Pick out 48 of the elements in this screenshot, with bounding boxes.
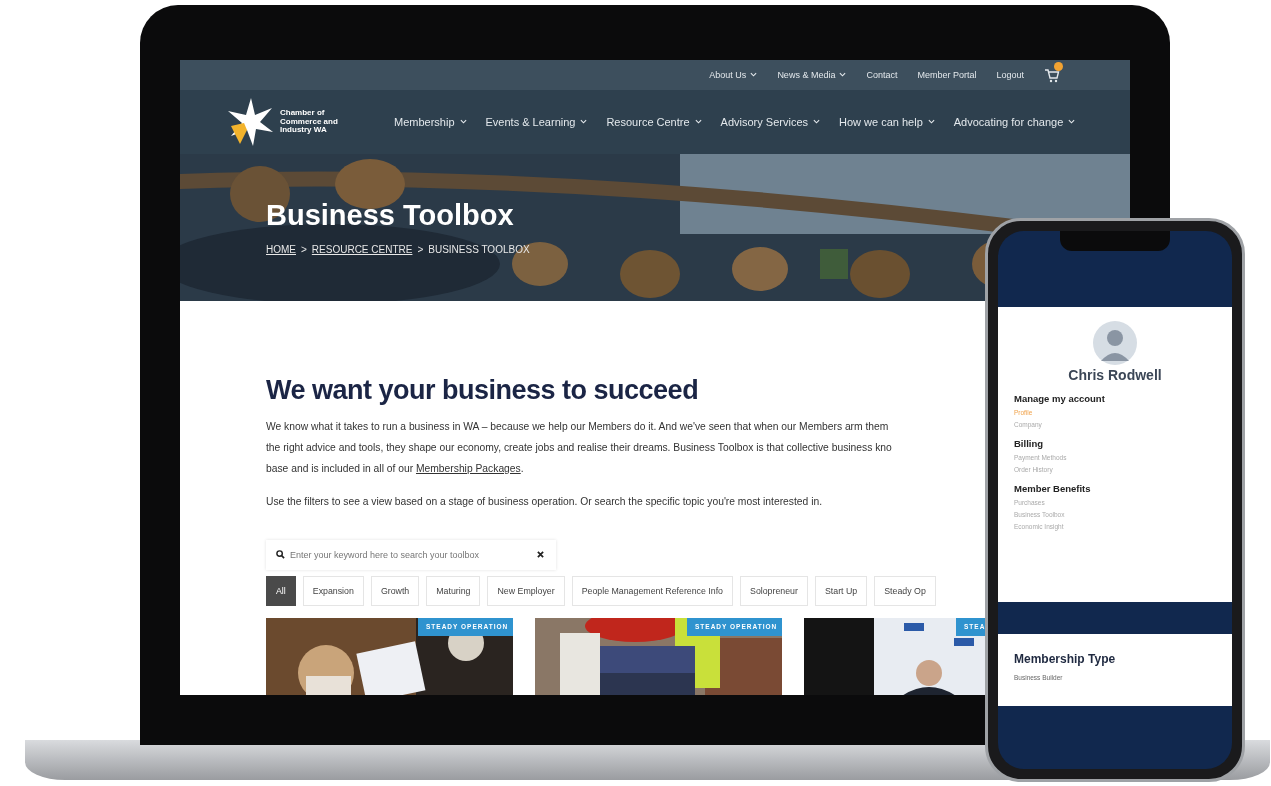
filter-tab[interactable]: Start Up	[814, 575, 868, 606]
avatar-icon	[1093, 321, 1137, 365]
nav-link[interactable]: Advocating for change	[953, 115, 1076, 128]
nav-link[interactable]: Advisory Services	[720, 115, 820, 128]
filter-tab[interactable]: Expansion	[302, 575, 364, 606]
caret-icon	[1068, 119, 1076, 125]
filter-tab[interactable]: New Employer	[487, 575, 565, 606]
caret-icon	[813, 119, 820, 125]
clear-icon[interactable]	[537, 550, 544, 558]
utility-link[interactable]: Logout	[996, 69, 1024, 80]
breadcrumb-current: BUSINESS TOOLBOX	[428, 244, 530, 256]
logo-text: Chamber of Commerce and Industry WA	[280, 108, 339, 136]
filter-note: Use the filters to see a view based on a stage of business operation. Or search the specific topic you're most interested in.	[266, 494, 823, 509]
menu-heading: Billing	[1014, 438, 1045, 449]
caret-icon	[839, 72, 847, 78]
menu-heading: Member Benefits	[1014, 483, 1092, 494]
breadcrumb-link[interactable]: HOME	[266, 244, 296, 256]
nav-link[interactable]: Events & Learning	[485, 115, 588, 128]
page-title: Business Toolbox	[266, 199, 515, 233]
utility-link[interactable]: Contact	[866, 69, 898, 80]
membership-title: Membership Type	[1014, 652, 1117, 666]
nav-link[interactable]: Resource Centre	[606, 115, 702, 128]
nav-link[interactable]: How we can help	[839, 115, 935, 128]
search-field[interactable]: Enter your keyword here to search your toolbox	[266, 539, 556, 570]
star-logo-icon[interactable]	[228, 97, 274, 146]
breadcrumb-separator: >	[417, 244, 424, 256]
caret-icon	[459, 119, 467, 125]
utility-link[interactable]: About Us	[709, 69, 758, 80]
membership-link[interactable]: Membership Packages	[416, 462, 521, 474]
utility-link[interactable]: News & Media	[777, 69, 847, 80]
section-heading: We want your business to succeed	[266, 374, 700, 406]
breadcrumb-link[interactable]: RESOURCE CENTRE	[311, 244, 413, 256]
caret-icon	[927, 119, 935, 125]
caret-icon	[694, 119, 702, 125]
filter-tab[interactable]: All	[266, 575, 296, 606]
filter-tab[interactable]: Steady Op	[874, 575, 936, 606]
filter-tab[interactable]: Maturing	[426, 575, 481, 606]
filter-tab[interactable]: People Management Reference Info	[571, 575, 733, 606]
caret-icon	[750, 72, 758, 78]
nav-link[interactable]: Membership	[394, 115, 467, 128]
filter-tab[interactable]: Solopreneur	[740, 575, 808, 606]
utility-link[interactable]: Member Portal	[917, 69, 977, 80]
search-icon	[276, 549, 285, 559]
menu-heading: Manage my account	[1014, 393, 1106, 404]
breadcrumb-separator: >	[301, 244, 307, 256]
caret-icon	[580, 119, 588, 125]
filter-tab[interactable]: Growth	[370, 575, 420, 606]
user-name: Chris Rodwell	[1068, 367, 1162, 383]
